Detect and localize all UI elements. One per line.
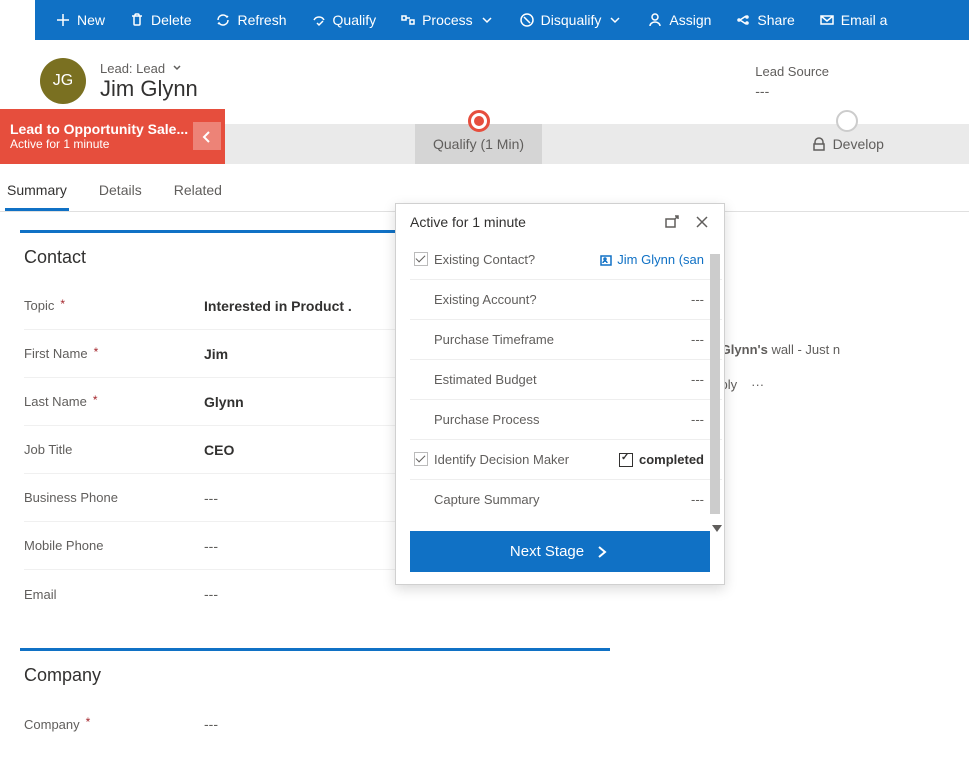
- step-capture-summary-label: Capture Summary: [434, 492, 539, 507]
- step-existing-contact-value[interactable]: Jim Glynn (san: [599, 252, 704, 267]
- avatar: JG: [40, 58, 86, 104]
- email-label: Email: [24, 587, 204, 602]
- entity-label[interactable]: Lead: Lead: [100, 61, 741, 76]
- company-heading: Company: [24, 665, 596, 686]
- lastname-label: Last Name*: [24, 394, 204, 409]
- qualify-icon: [311, 12, 327, 28]
- bpf-header: Lead to Opportunity Sale... Active for 1…: [0, 109, 225, 164]
- check-icon: [414, 252, 428, 266]
- step-existing-account-label: Existing Account?: [434, 292, 537, 307]
- scrollbar[interactable]: [710, 254, 720, 514]
- step-purchase-timeframe-label: Purchase Timeframe: [434, 332, 554, 347]
- bpf-subtitle: Active for 1 minute: [10, 137, 189, 151]
- dock-icon[interactable]: [664, 214, 680, 230]
- checkbox-icon: [619, 453, 633, 467]
- company-section: Company Company* ---: [20, 648, 610, 752]
- company-label: Company*: [24, 717, 204, 732]
- step-existing-account-value[interactable]: ---: [691, 292, 704, 307]
- topic-value[interactable]: Interested in Product .: [204, 298, 352, 314]
- firstname-label: First Name*: [24, 346, 204, 361]
- process-icon: [400, 12, 416, 28]
- step-identify-dm-value[interactable]: completed: [619, 452, 704, 467]
- step-purchase-process-label: Purchase Process: [434, 412, 540, 427]
- chevron-down-icon: [479, 12, 495, 28]
- record-name: Jim Glynn: [100, 76, 741, 102]
- refresh-button[interactable]: Refresh: [203, 0, 298, 40]
- new-button[interactable]: New: [43, 0, 117, 40]
- jobtitle-label: Job Title: [24, 442, 204, 457]
- qualify-button[interactable]: Qualify: [299, 0, 389, 40]
- share-icon: [735, 12, 751, 28]
- check-icon: [414, 452, 428, 466]
- stage-node-icon: [836, 110, 858, 132]
- assign-icon: [647, 12, 663, 28]
- mobilephone-value[interactable]: ---: [204, 538, 218, 554]
- company-value[interactable]: ---: [204, 716, 218, 732]
- chevron-down-icon: [171, 62, 183, 74]
- stage-qualify[interactable]: Qualify (1 Min): [415, 124, 542, 164]
- refresh-icon: [215, 12, 231, 28]
- target-icon: [468, 110, 490, 132]
- next-stage-button[interactable]: Next Stage: [410, 531, 710, 572]
- chevron-right-icon: [594, 544, 610, 560]
- chevron-left-icon: [200, 129, 214, 143]
- step-purchase-process-value[interactable]: ---: [691, 412, 704, 427]
- trash-icon: [129, 12, 145, 28]
- contact-icon: [599, 253, 613, 267]
- close-icon[interactable]: [694, 214, 710, 230]
- step-existing-contact-label: Existing Contact?: [434, 252, 535, 267]
- plus-icon: [55, 12, 71, 28]
- command-bar: New Delete Refresh Qualify Process Disqu…: [35, 0, 969, 40]
- step-purchase-timeframe-value[interactable]: ---: [691, 332, 704, 347]
- topic-label: Topic*: [24, 298, 204, 313]
- assign-button[interactable]: Assign: [635, 0, 723, 40]
- email-icon: [819, 12, 835, 28]
- email-button[interactable]: Email a: [807, 0, 900, 40]
- bpf-title: Lead to Opportunity Sale...: [10, 121, 189, 137]
- businessphone-label: Business Phone: [24, 490, 204, 505]
- step-capture-summary-value[interactable]: ---: [691, 492, 704, 507]
- tab-related[interactable]: Related: [172, 174, 224, 211]
- tab-summary[interactable]: Summary: [5, 174, 69, 211]
- delete-button[interactable]: Delete: [117, 0, 203, 40]
- firstname-value[interactable]: Jim: [204, 346, 228, 362]
- lead-source-label: Lead Source: [755, 64, 829, 79]
- step-estimated-budget-label: Estimated Budget: [434, 372, 537, 387]
- process-dropdown[interactable]: Process: [388, 0, 507, 40]
- share-button[interactable]: Share: [723, 0, 806, 40]
- lastname-value[interactable]: Glynn: [204, 394, 244, 410]
- stage-flyout: Active for 1 minute Existing Contact? Ji…: [395, 203, 725, 585]
- lead-source-value[interactable]: ---: [755, 83, 829, 99]
- jobtitle-value[interactable]: CEO: [204, 442, 234, 458]
- businessphone-value[interactable]: ---: [204, 490, 218, 506]
- stage-develop[interactable]: Develop: [746, 124, 949, 164]
- more-button[interactable]: ···: [751, 377, 764, 392]
- bpf-collapse-button[interactable]: [193, 122, 221, 150]
- email-value[interactable]: ---: [204, 586, 218, 602]
- mobilephone-label: Mobile Phone: [24, 538, 204, 553]
- disqualify-dropdown[interactable]: Disqualify: [507, 0, 636, 40]
- lock-icon: [811, 137, 825, 151]
- chevron-down-icon: [607, 12, 623, 28]
- tab-details[interactable]: Details: [97, 174, 144, 211]
- flyout-title: Active for 1 minute: [410, 214, 526, 230]
- step-estimated-budget-value[interactable]: ---: [691, 372, 704, 387]
- step-identify-dm-label: Identify Decision Maker: [434, 452, 569, 467]
- business-process-flow: Lead to Opportunity Sale... Active for 1…: [0, 124, 969, 164]
- disqualify-icon: [519, 12, 535, 28]
